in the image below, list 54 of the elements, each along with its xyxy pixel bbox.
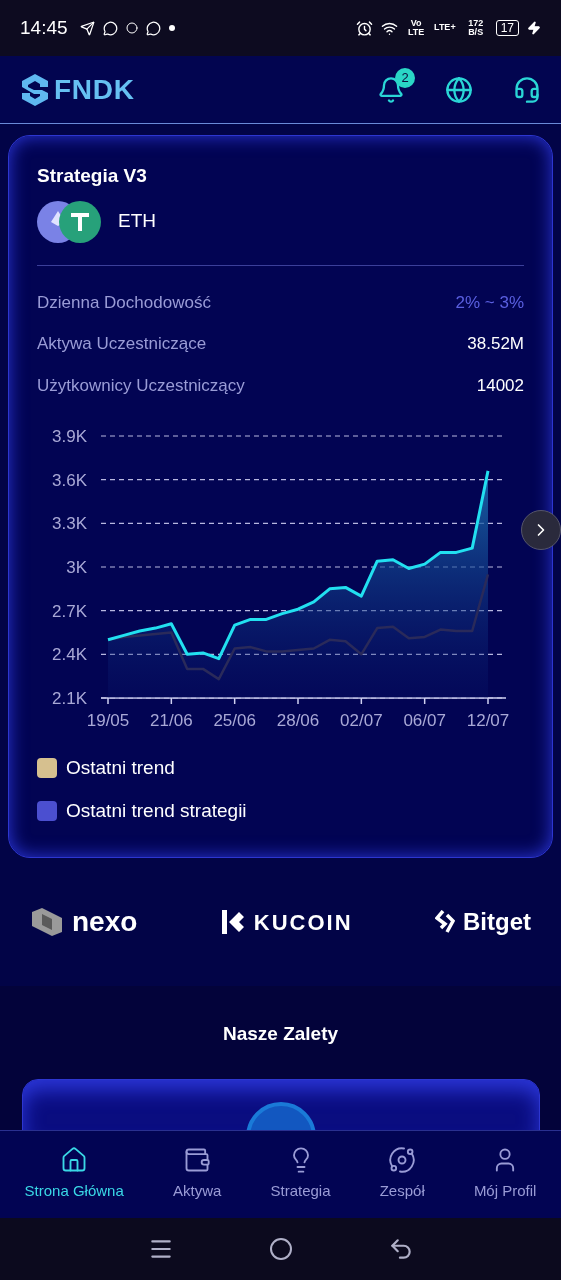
y-axis-label: 3.3K: [52, 514, 87, 534]
nav-tab[interactable]: Strategia: [270, 1146, 331, 1203]
network-indicator: LTE+: [434, 21, 456, 35]
planet-icon: [388, 1146, 417, 1175]
y-axis-label: 2.1K: [52, 689, 87, 708]
x-axis-label: 12/07: [466, 711, 510, 730]
nav-tab[interactable]: Zespół: [379, 1146, 425, 1203]
x-axis-label: 28/06: [276, 711, 320, 730]
stat-value: 2% ~ 3%: [455, 291, 524, 314]
stat-label: Dzienna Dochodowość: [37, 291, 211, 314]
notification-badge: 2: [395, 67, 415, 88]
stat-value: 38.52M: [467, 333, 524, 355]
nav-tab[interactable]: Aktywa: [172, 1146, 222, 1203]
y-axis-label: 2.4K: [52, 645, 87, 665]
y-axis-label: 3.6K: [52, 470, 87, 490]
partner-name: Bitget: [463, 907, 531, 937]
brand-name: FNDK: [54, 72, 135, 107]
asset-name: ETH: [118, 209, 156, 234]
clock: 14:45: [20, 15, 68, 40]
stat-label: Użytkownicy Uczestniczący: [37, 374, 245, 397]
nav-tab[interactable]: Strona Główna: [24, 1146, 124, 1203]
y-axis-label: 3K: [66, 558, 87, 577]
partner-logo-icon: [435, 910, 455, 934]
language-icon[interactable]: [445, 75, 473, 104]
partner-logo-icon: [30, 908, 64, 936]
section-title: Nasze Zalety: [222, 1022, 339, 1046]
brand-logo-icon: [20, 72, 50, 107]
battery-indicator: 17: [495, 20, 519, 36]
partner-logo-icon: [219, 908, 246, 936]
partner-name: nexo: [72, 905, 138, 939]
y-axis-label: 2.7K: [52, 601, 87, 621]
next-button[interactable]: [521, 510, 561, 550]
volte-indicator: Vo LTE: [406, 19, 426, 37]
alarm-icon: [356, 19, 374, 37]
x-axis-label: 06/07: [403, 711, 446, 730]
nav-tab[interactable]: Mój Profil: [473, 1146, 537, 1203]
stat-value: 14002: [476, 374, 524, 397]
legend-label: Ostatni trend: [66, 756, 175, 780]
telegram-icon: [79, 20, 95, 36]
y-axis-label: 3.9K: [52, 427, 87, 446]
partner-name: KUCOIN: [253, 908, 353, 937]
x-axis-label: 21/06: [150, 711, 193, 730]
tether-coin-icon: [59, 200, 101, 243]
home-button-icon[interactable]: [268, 1237, 293, 1261]
support-icon[interactable]: [513, 75, 541, 104]
x-axis-label: 19/05: [86, 711, 130, 730]
chat-icon: [102, 20, 118, 36]
legend-label: Ostatni trend strategii: [66, 798, 247, 823]
stat-label: Aktywa Uczestniczące: [37, 333, 207, 355]
x-axis-label: 25/06: [213, 711, 256, 730]
data-speed: 172 B/S: [467, 19, 485, 37]
charging-icon: [527, 21, 541, 35]
x-axis-label: 02/07: [340, 711, 383, 730]
strategy-title: Strategia V3: [37, 164, 148, 188]
